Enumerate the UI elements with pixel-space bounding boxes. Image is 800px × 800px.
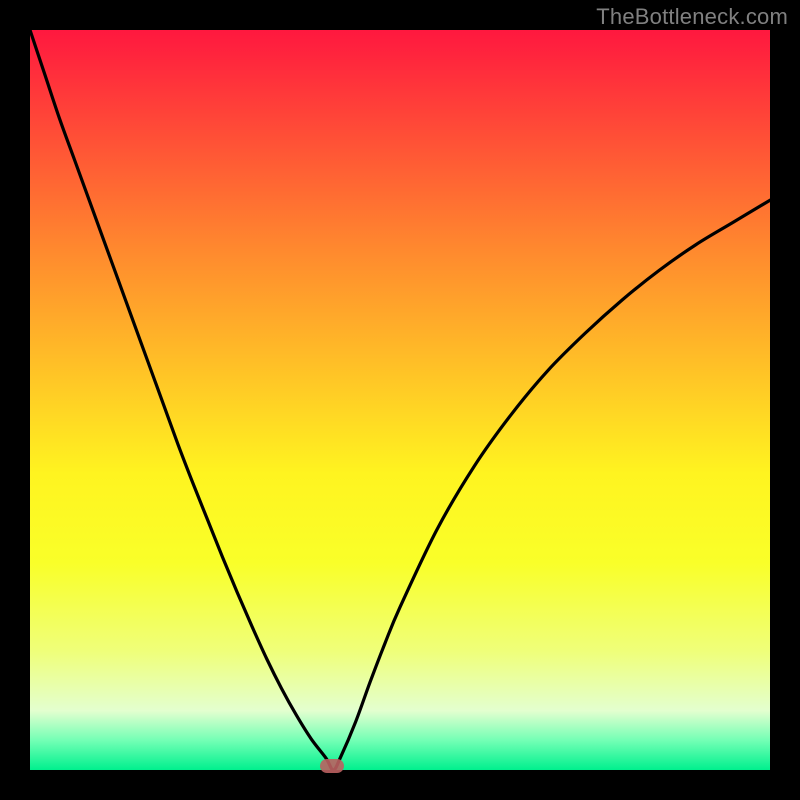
curve-svg [30, 30, 770, 770]
bottleneck-curve [30, 30, 770, 770]
chart-frame: TheBottleneck.com [0, 0, 800, 800]
optimal-marker [320, 759, 344, 773]
plot-area [30, 30, 770, 770]
watermark-text: TheBottleneck.com [596, 4, 788, 30]
